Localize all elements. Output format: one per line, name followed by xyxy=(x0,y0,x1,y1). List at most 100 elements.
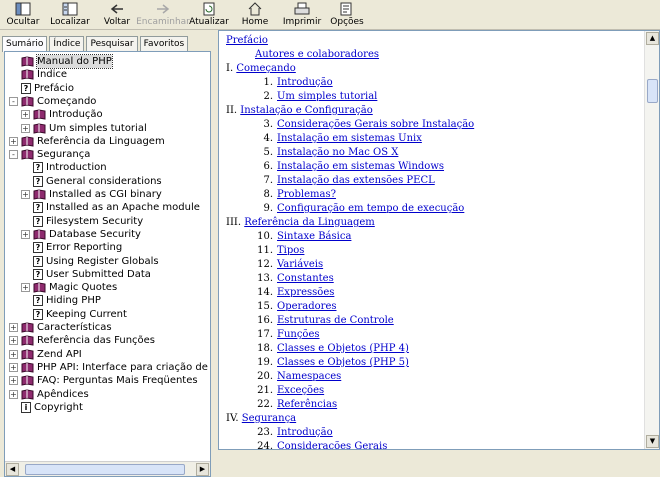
tab-contents[interactable]: Sumário xyxy=(2,36,48,52)
toc-entry: III. Referência da Linguagem xyxy=(226,216,375,230)
page-icon: ? xyxy=(21,82,31,94)
page-icon: ? xyxy=(33,215,43,227)
expand-icon[interactable]: + xyxy=(9,136,18,146)
toc-link[interactable]: Instalação das extensões PECL xyxy=(277,175,435,186)
tree-item[interactable]: - Segurança xyxy=(9,148,90,161)
toc-link[interactable]: Um simples tutorial xyxy=(277,91,377,102)
toc-link[interactable]: Namespaces xyxy=(277,371,341,382)
expand-icon[interactable]: + xyxy=(9,323,18,332)
tree-item[interactable]: + Installed as CGI binary xyxy=(21,188,162,201)
toc-link[interactable]: Classes e Objetos (PHP 5) xyxy=(277,357,409,368)
tree-item[interactable]: ? Using Register Globals xyxy=(21,255,159,268)
print-button[interactable]: Imprimir xyxy=(283,1,321,29)
refresh-icon xyxy=(200,1,218,16)
tree-item[interactable]: ? Filesystem Security xyxy=(21,215,143,228)
toc-link[interactable]: Autores e colaboradores xyxy=(255,49,379,60)
tree-item[interactable]: ? Error Reporting xyxy=(21,241,122,254)
toc-link[interactable]: Problemas? xyxy=(277,189,336,200)
scrollbar-thumb[interactable] xyxy=(25,464,185,475)
contents-tree[interactable]: Manual do PHP Índice? Prefácio - Começando + I… xyxy=(5,54,210,442)
toc-link[interactable]: Variáveis xyxy=(277,259,323,270)
scroll-right-icon[interactable]: ▶ xyxy=(196,463,209,476)
toc-link[interactable]: Sintaxe Básica xyxy=(277,231,351,242)
tree-item[interactable]: - Começando xyxy=(9,95,96,108)
toc-entry: 20. Namespaces xyxy=(255,370,341,384)
scroll-down-icon[interactable]: ▼ xyxy=(646,435,659,448)
back-button[interactable]: Voltar xyxy=(104,1,130,29)
tree-item[interactable]: + FAQ: Perguntas Mais Freqüentes xyxy=(9,374,198,387)
toc-link[interactable]: Funções xyxy=(277,329,320,340)
expand-icon[interactable]: + xyxy=(21,283,30,293)
tree-item[interactable]: + Introdução xyxy=(21,108,103,121)
tree-item[interactable]: + Magic Quotes xyxy=(21,281,117,294)
expand-icon[interactable]: + xyxy=(9,376,18,386)
tree-item[interactable]: ? General considerations xyxy=(21,175,162,188)
tree-item-label: Zend API xyxy=(37,348,82,360)
home-button[interactable]: Home xyxy=(242,1,268,29)
toc-link[interactable]: Considerações Gerais sobre Instalação xyxy=(277,119,474,130)
options-button[interactable]: Opções xyxy=(330,1,364,29)
toc-link[interactable]: Instalação e Configuração xyxy=(240,105,372,116)
tree-item[interactable]: ? Keeping Current xyxy=(21,308,127,321)
tree-item[interactable]: Manual do PHP xyxy=(9,54,113,69)
toc-link[interactable]: Instalação em sistemas Unix xyxy=(277,133,422,144)
tree-item[interactable]: ? Introduction xyxy=(21,161,107,174)
expand-icon[interactable]: + xyxy=(21,190,30,199)
expand-icon[interactable]: + xyxy=(9,362,18,372)
tree-item[interactable]: ? Installed as an Apache module xyxy=(21,201,200,214)
expand-icon[interactable]: + xyxy=(9,349,18,359)
refresh-button[interactable]: Atualizar xyxy=(189,1,229,29)
toc-link[interactable]: Constantes xyxy=(277,273,334,284)
toc-link[interactable]: Prefácio xyxy=(226,35,268,46)
toc-link[interactable]: Instalação em sistemas Windows xyxy=(277,161,444,172)
horizontal-scrollbar[interactable]: ◀ ▶ xyxy=(5,461,210,476)
tab-index[interactable]: Índice xyxy=(49,36,85,52)
expand-icon[interactable]: + xyxy=(21,123,30,133)
collapse-icon[interactable]: - xyxy=(9,150,18,160)
toc-link[interactable]: Referências xyxy=(277,399,337,410)
scroll-left-icon[interactable]: ◀ xyxy=(6,463,19,476)
toc-link[interactable]: Instalação no Mac OS X xyxy=(277,147,398,158)
toc-link[interactable]: Exceções xyxy=(277,385,324,396)
tree-item[interactable]: + Referência da Linguagem xyxy=(9,135,165,148)
toc-link[interactable]: Considerações Gerais xyxy=(277,441,387,449)
book-icon xyxy=(21,349,34,360)
expand-icon[interactable]: + xyxy=(9,389,18,399)
toc-link[interactable]: Introdução xyxy=(277,77,333,88)
toc-link[interactable]: Classes e Objetos (PHP 4) xyxy=(277,343,409,354)
tree-item[interactable]: + Referência das Funções xyxy=(9,334,155,347)
toc-link[interactable]: Introdução xyxy=(277,427,333,438)
tree-item-label: Índice xyxy=(37,69,68,81)
tree-item[interactable]: + Um simples tutorial xyxy=(21,122,147,135)
locate-button[interactable]: Localizar xyxy=(50,1,90,29)
expand-icon[interactable]: + xyxy=(21,110,30,120)
forward-button[interactable]: Encaminhar xyxy=(136,1,190,29)
tree-item[interactable]: i Copyright xyxy=(9,401,83,414)
tree-item[interactable]: ? Hiding PHP xyxy=(21,294,101,307)
tree-item[interactable]: + Zend API xyxy=(9,348,82,361)
tree-item[interactable]: + Características xyxy=(9,321,112,334)
toc-link[interactable]: Estruturas de Controle xyxy=(277,315,394,326)
expand-icon[interactable]: + xyxy=(21,229,30,239)
tab-favorites[interactable]: Favoritos xyxy=(139,36,189,52)
tree-item[interactable]: ? User Submitted Data xyxy=(21,268,151,281)
scrollbar-thumb[interactable] xyxy=(647,79,658,103)
toc-link[interactable]: Tipos xyxy=(277,245,304,256)
tree-item[interactable]: + Database Security xyxy=(21,228,141,241)
hide-button[interactable]: Ocultar xyxy=(6,1,40,29)
toc-link[interactable]: Configuração em tempo de execução xyxy=(277,203,464,214)
tree-item[interactable]: Índice xyxy=(9,68,67,81)
tree-item[interactable]: + PHP API: Interface para criação de ext xyxy=(9,361,210,374)
toc-link[interactable]: Começando xyxy=(236,63,296,74)
collapse-icon[interactable]: - xyxy=(9,96,18,106)
scroll-up-icon[interactable]: ▲ xyxy=(646,32,659,45)
tab-search[interactable]: Pesquisar xyxy=(86,36,138,52)
toc-link[interactable]: Operadores xyxy=(277,301,337,312)
tree-item[interactable]: ? Prefácio xyxy=(9,82,74,95)
toc-link[interactable]: Expressões xyxy=(277,287,334,298)
tree-item[interactable]: + Apêndices xyxy=(9,388,89,401)
expand-icon[interactable]: + xyxy=(9,336,18,346)
toc-link[interactable]: Referência da Linguagem xyxy=(244,217,375,228)
toc-link[interactable]: Segurança xyxy=(242,413,296,424)
vertical-scrollbar[interactable]: ▲ ▼ xyxy=(644,31,659,449)
